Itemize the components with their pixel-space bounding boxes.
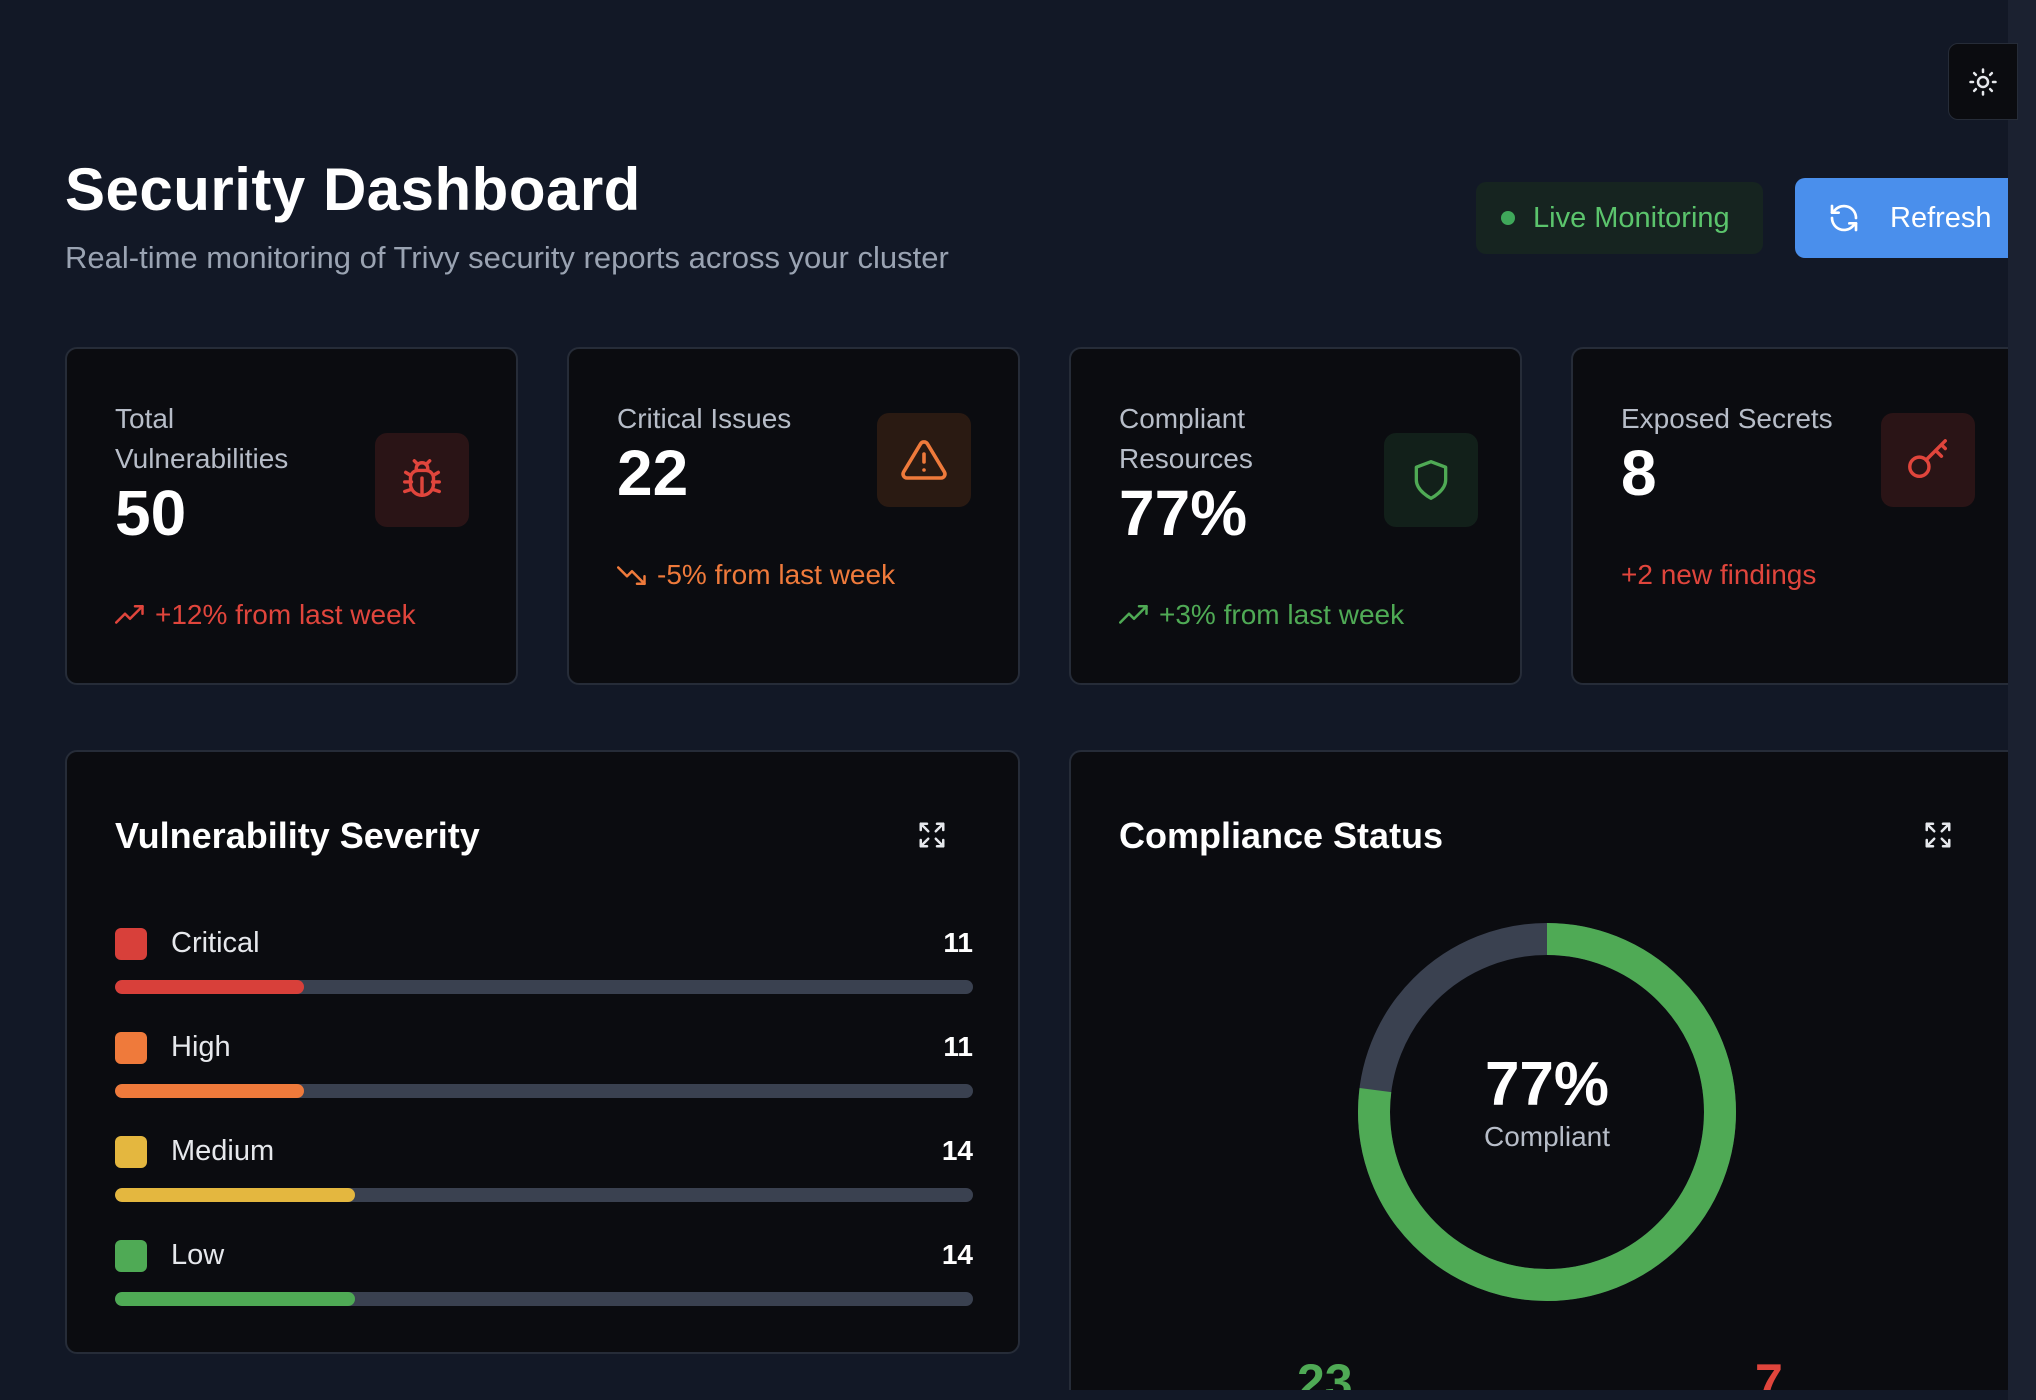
compliant-count: 23 xyxy=(1297,1354,1353,1390)
severity-count: 11 xyxy=(943,927,973,958)
shield-icon xyxy=(1414,460,1448,500)
stat-card-icon-box xyxy=(375,433,469,527)
stat-card-compliant-resources: Compliant Resources 77% +3% from last we… xyxy=(1069,347,1522,685)
stat-card-label: Total Vulnerabilities xyxy=(115,403,289,474)
live-status-dot xyxy=(1501,211,1515,225)
severity-row-critical: Critical 11 xyxy=(115,918,973,998)
stat-card-label: Critical Issues xyxy=(617,403,792,434)
sun-icon xyxy=(1969,67,1997,96)
severity-bar-track xyxy=(115,1188,973,1202)
severity-bar-fill xyxy=(115,1292,356,1306)
donut-center: 77% Compliant xyxy=(1357,922,1737,1302)
severity-bar-fill xyxy=(115,1188,356,1202)
theme-toggle-button[interactable] xyxy=(1948,43,2018,120)
noncompliant-count: 7 xyxy=(1755,1354,1783,1390)
stat-card-value: 50 xyxy=(115,477,187,549)
panel-title: Compliance Status xyxy=(1119,815,1444,856)
stat-card-icon-box xyxy=(1881,413,1975,507)
live-monitoring-badge: Live Monitoring xyxy=(1476,182,1763,254)
severity-bar-track xyxy=(115,1292,973,1306)
severity-count: 14 xyxy=(941,1239,973,1270)
warning-icon xyxy=(901,440,947,480)
compliance-label: Compliant xyxy=(1483,1121,1611,1152)
page-subtitle: Real-time monitoring of Trivy security r… xyxy=(65,240,949,275)
severity-swatch xyxy=(115,1032,147,1064)
compliance-donut: 77% Compliant xyxy=(1357,922,1737,1302)
stat-card-trend: +12% from last week xyxy=(115,597,416,633)
stat-card-critical-issues: Critical Issues 22 -5% from last week xyxy=(567,347,1020,685)
page-edge xyxy=(2008,0,2036,1400)
severity-bar-fill xyxy=(115,980,304,994)
severity-name: Low xyxy=(171,1239,225,1271)
severity-swatch xyxy=(115,1240,147,1272)
refresh-icon xyxy=(1830,204,1858,232)
stat-card-total-vulnerabilities: Total Vulnerabilities 50 +12% from last … xyxy=(65,347,518,685)
trending-up-icon xyxy=(115,605,144,624)
compliance-percent: 77% xyxy=(1484,1050,1610,1119)
refresh-button[interactable]: Refresh xyxy=(1795,178,2008,258)
severity-row-medium: Medium 14 xyxy=(115,1126,973,1206)
stat-card-value: 8 xyxy=(1621,437,1657,509)
severity-swatch xyxy=(115,928,147,960)
expand-icon[interactable] xyxy=(1923,820,1953,850)
stat-card-icon-box xyxy=(1384,433,1478,527)
severity-row-high: High 11 xyxy=(115,1022,973,1102)
severity-bar-track xyxy=(115,1084,973,1098)
severity-count: 14 xyxy=(941,1135,973,1166)
stat-card-label: Compliant Resources xyxy=(1119,403,1253,474)
stat-card-trend: -5% from last week xyxy=(617,557,895,593)
severity-bar-track xyxy=(115,980,973,994)
stat-card-exposed-secrets: Exposed Secrets 8 +2 new findings xyxy=(1571,347,2008,685)
live-monitoring-label: Live Monitoring xyxy=(1533,201,1730,234)
stat-card-value: 77% xyxy=(1119,477,1248,549)
page-title: Security Dashboard xyxy=(65,156,641,223)
severity-name: High xyxy=(171,1031,231,1063)
severity-count: 11 xyxy=(943,1031,973,1062)
severity-row-low: Low 14 xyxy=(115,1230,973,1310)
severity-name: Medium xyxy=(171,1135,275,1167)
severity-bar-fill xyxy=(115,1084,304,1098)
stat-card-icon-box xyxy=(877,413,971,507)
compliance-status-panel: Compliance Status 77% Compliant 23 7 xyxy=(1069,750,2008,1390)
severity-name: Critical xyxy=(171,927,260,959)
trending-down-icon xyxy=(617,566,646,585)
stat-card-value: 22 xyxy=(617,437,689,509)
refresh-label: Refresh xyxy=(1890,201,1992,234)
severity-swatch xyxy=(115,1136,147,1168)
stat-card-trend: +2 new findings xyxy=(1621,559,1817,590)
vulnerability-severity-panel: Vulnerability Severity Critical 11 High … xyxy=(65,750,1020,1354)
expand-icon[interactable] xyxy=(917,820,947,850)
trending-up-icon xyxy=(1119,605,1148,624)
bug-icon xyxy=(403,459,441,498)
stat-card-label: Exposed Secrets xyxy=(1621,403,1833,434)
panel-title: Vulnerability Severity xyxy=(115,815,480,856)
stat-card-trend: +3% from last week xyxy=(1119,597,1404,633)
key-icon xyxy=(1908,439,1947,479)
